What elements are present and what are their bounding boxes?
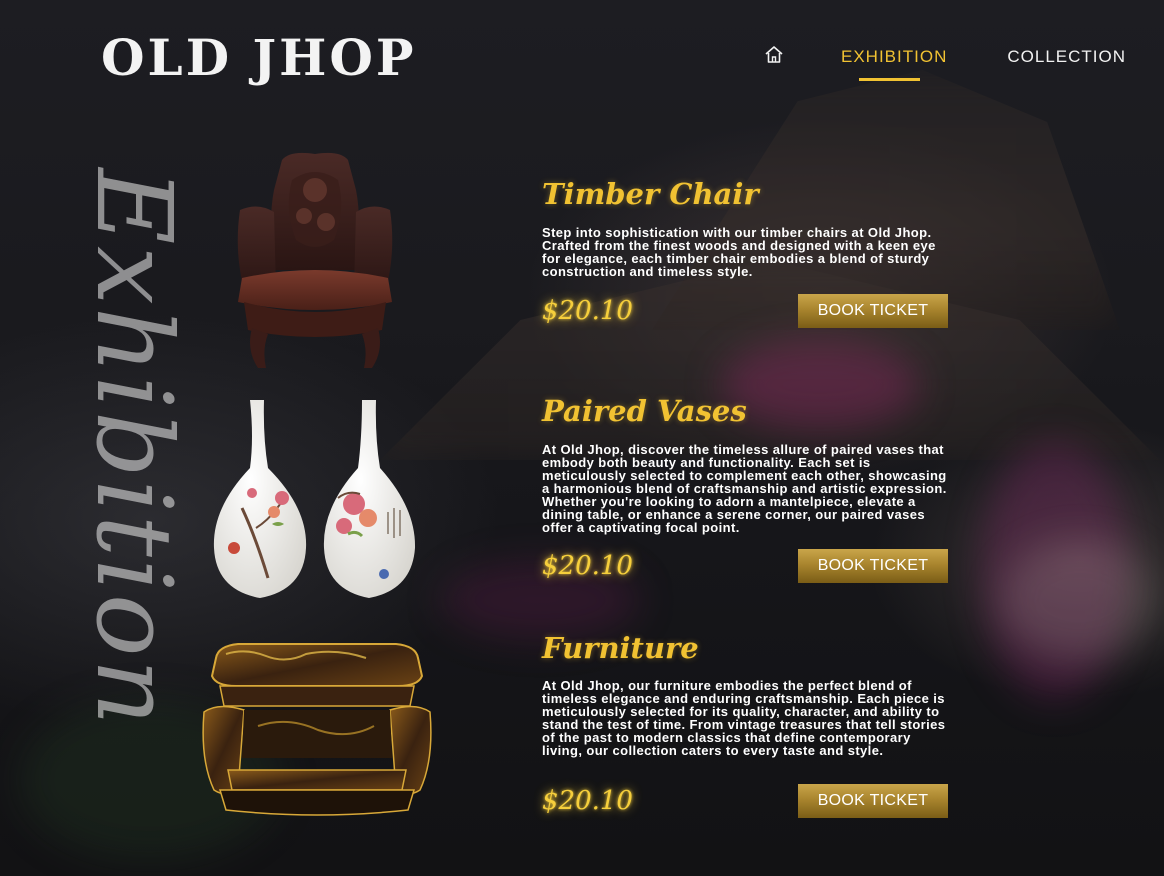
product-title: Furniture (542, 631, 699, 665)
product-description: At Old Jhop, discover the timeless allur… (542, 442, 947, 535)
product-title: Paired Vases (542, 394, 747, 428)
product-actions: $20.10 BOOK TICKET (542, 294, 948, 328)
background-light (1000, 540, 1160, 660)
paired-vases-image (213, 400, 416, 598)
product-description: At Old Jhop, our furniture embodies the … (542, 678, 946, 758)
lacquer-table-image (202, 643, 432, 816)
carved-chair-image (237, 152, 393, 368)
book-ticket-button[interactable]: BOOK TICKET (798, 294, 948, 328)
product-actions: $20.10 BOOK TICKET (542, 549, 948, 583)
nav-collection[interactable]: COLLECTION (1007, 44, 1126, 70)
active-nav-indicator (859, 78, 920, 81)
home-icon[interactable] (763, 44, 785, 66)
side-section-title: Exhibition (73, 168, 195, 728)
product-price: $20.10 (542, 296, 633, 326)
site-logo[interactable]: OLD JHOP (101, 30, 417, 86)
product-actions: $20.10 BOOK TICKET (542, 784, 948, 818)
product-title: Timber Chair (542, 177, 759, 211)
main-nav: EXHIBITION COLLECTION (763, 44, 1126, 81)
book-ticket-button[interactable]: BOOK TICKET (798, 549, 948, 583)
product-card: Timber Chair Step into sophistication wi… (542, 176, 948, 328)
product-description: Step into sophistication with our timber… (542, 225, 936, 279)
product-card: Furniture At Old Jhop, our furniture emb… (542, 630, 948, 818)
product-card: Paired Vases At Old Jhop, discover the t… (542, 393, 948, 583)
book-ticket-button[interactable]: BOOK TICKET (798, 784, 948, 818)
nav-exhibition[interactable]: EXHIBITION (841, 44, 947, 70)
product-price: $20.10 (542, 786, 633, 816)
product-price: $20.10 (542, 551, 633, 581)
